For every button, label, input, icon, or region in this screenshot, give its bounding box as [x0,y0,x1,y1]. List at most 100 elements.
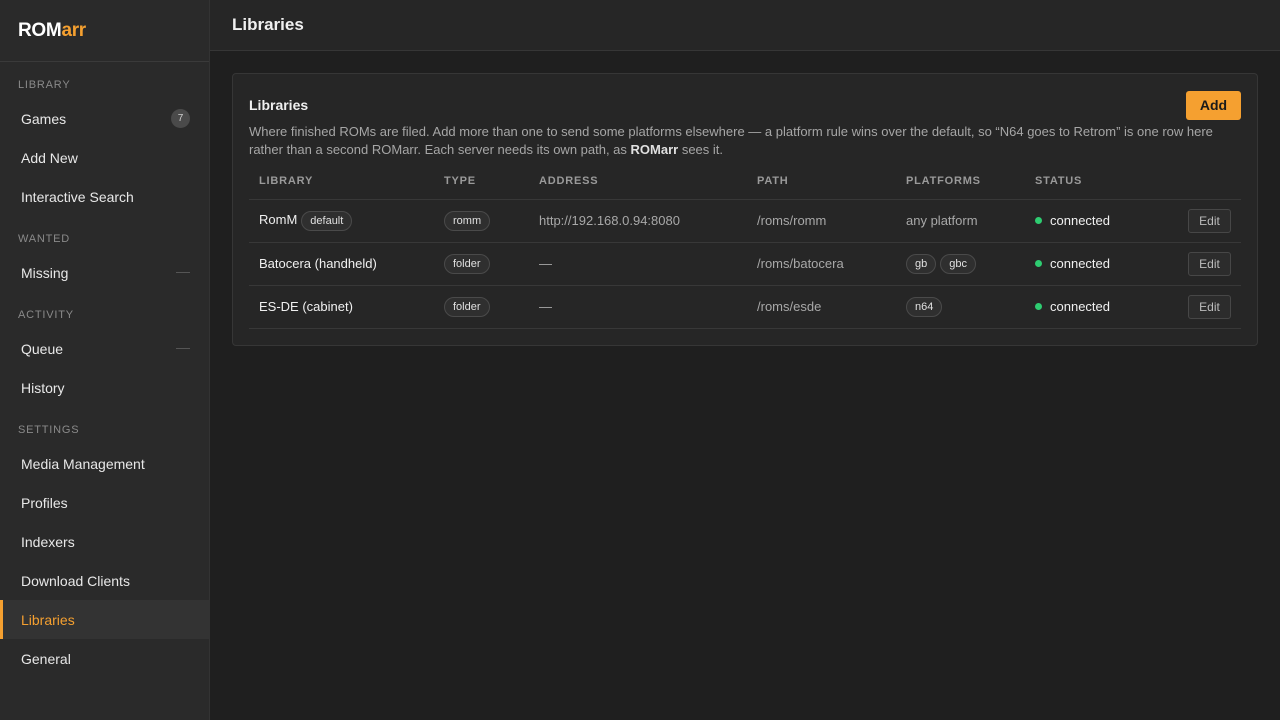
panel-header: Libraries Add [249,90,1241,120]
status-indicator: connected [1035,213,1145,228]
add-library-button[interactable]: Add [1186,90,1241,120]
column-header-type: TYPE [434,175,529,200]
sidebar-item-missing[interactable]: Missing [0,253,209,292]
section-title-activity: ACTIVITY [18,309,74,321]
app-root: ROM arr LIBRARY Games 7 Add New Interactive S… [0,0,1280,720]
platform-tag: gbc [940,253,976,274]
sidebar-item-download-clients[interactable]: Download Clients [0,561,209,600]
table-row[interactable]: Batocera (handheld) folder —/roms/batocera… [249,242,1241,286]
sidebar-nav: LIBRARY Games 7 Add New Interactive Search WA… [0,76,209,678]
status-cell: connected [1025,242,1145,286]
library-name: RomM [259,211,298,227]
sidebar-item-label: History [21,379,65,396]
path-cell: /roms/esde [747,285,896,329]
address-cell: — [529,242,747,286]
edit-button[interactable]: Edit [1188,208,1231,233]
column-header-status: STATUS [1025,175,1145,200]
column-header-path: PATH [747,175,896,200]
libraries-table: LIBRARY TYPE ADDRESS PATH PLATFORMS STATUS Ro… [249,175,1241,329]
status-text: connected [1050,256,1110,271]
sidebar-item-games[interactable]: Games 7 [0,99,209,138]
library-name-cell: RomM default [249,199,434,243]
column-header-platforms: PLATFORMS [896,175,1025,200]
column-header-library: LIBRARY [249,175,434,200]
library-name: Batocera (handheld) [259,256,377,271]
table-body: RomM default romm http://192.168.0.94:8080/… [249,199,1241,329]
count-badge: 7 [171,109,190,128]
section-title-library: LIBRARY [18,79,71,91]
status-text: connected [1050,213,1110,228]
address-cell: http://192.168.0.94:8080 [529,199,747,243]
platforms-cell: n64 [896,285,1025,329]
column-header-actions [1145,175,1241,200]
sidebar-item-add-new[interactable]: Add New [0,138,209,177]
panel-title: Libraries [249,97,309,113]
edit-button[interactable]: Edit [1188,251,1231,276]
sidebar-item-profiles[interactable]: Profiles [0,483,209,522]
description-text-1: Where finished ROMs are filed. Add more … [249,124,1213,157]
actions-cell: Edit [1145,242,1241,286]
app-logo[interactable]: ROM arr [0,0,209,62]
type-cell: folder [434,242,529,286]
status-indicator: connected [1035,256,1145,271]
sidebar-item-indexers[interactable]: Indexers [0,522,209,561]
path-cell: /roms/romm [747,199,896,243]
status-dot-icon [1035,260,1042,267]
page-title: Libraries [232,15,304,34]
sidebar-item-label: Queue [21,340,64,357]
table-row[interactable]: RomM default romm http://192.168.0.94:8080/… [249,199,1241,243]
type-cell: folder [434,285,529,329]
status-indicator: connected [1035,299,1145,314]
column-header-address: ADDRESS [529,175,747,200]
path-cell: /roms/batocera [747,242,896,286]
empty-count-indicator [176,272,190,273]
sidebar-item-queue[interactable]: Queue [0,329,209,368]
description-text-2: sees it. [678,142,724,157]
sidebar-item-label: Missing [21,264,69,281]
library-name: ES-DE (cabinet) [259,299,353,314]
table-header-row: LIBRARY TYPE ADDRESS PATH PLATFORMS STATUS [249,175,1241,200]
empty-count-indicator [176,348,190,349]
sidebar: ROM arr LIBRARY Games 7 Add New Interactive S… [0,0,210,720]
sidebar-item-media-management[interactable]: Media Management [0,444,209,483]
sidebar-item-label: Profiles [21,494,68,511]
sidebar-item-label: Games [21,110,67,127]
status-text: connected [1050,299,1110,314]
edit-button[interactable]: Edit [1188,294,1231,319]
table-row[interactable]: ES-DE (cabinet) folder —/roms/esde n64 conne… [249,285,1241,329]
type-cell: romm [434,199,529,243]
sidebar-item-label: Download Clients [21,572,130,589]
platforms-cell: gb gbc [896,242,1025,286]
status-cell: connected [1025,285,1145,329]
platform-tag: n64 [906,296,943,317]
sidebar-item-interactive-search[interactable]: Interactive Search [0,177,209,216]
type-tag: folder [444,296,490,317]
panel-description: Where finished ROMs are filed. Add more … [249,123,1241,159]
platform-tag: gb [906,253,937,274]
sidebar-item-history[interactable]: History [0,368,209,407]
description-app-name: ROMarr [630,142,679,157]
main-area: Libraries Libraries Add Where finished R… [210,0,1280,720]
sidebar-item-label: Media Management [21,455,145,472]
logo-accent: arr [61,19,86,41]
status-cell: connected [1025,199,1145,243]
library-name-cell: ES-DE (cabinet) [249,285,434,329]
library-name-cell: Batocera (handheld) [249,242,434,286]
type-tag: romm [444,210,491,231]
type-tag: folder [444,253,490,274]
section-title-settings: SETTINGS [18,424,80,436]
section-title-wanted: WANTED [18,233,71,245]
status-dot-icon [1035,217,1042,224]
content: Libraries Add Where finished ROMs are fi… [210,51,1280,346]
sidebar-item-libraries[interactable]: Libraries [0,600,209,639]
address-cell: — [529,285,747,329]
status-dot-icon [1035,303,1042,310]
logo-primary: ROM [18,19,62,41]
sidebar-item-label: Add New [21,149,78,166]
libraries-panel: Libraries Add Where finished ROMs are fi… [232,73,1258,346]
default-tag: default [301,210,353,231]
sidebar-item-label: Interactive Search [21,188,134,205]
sidebar-item-general[interactable]: General [0,639,209,678]
platforms-text: any platform [906,213,978,228]
sidebar-item-label: Libraries [21,611,75,628]
